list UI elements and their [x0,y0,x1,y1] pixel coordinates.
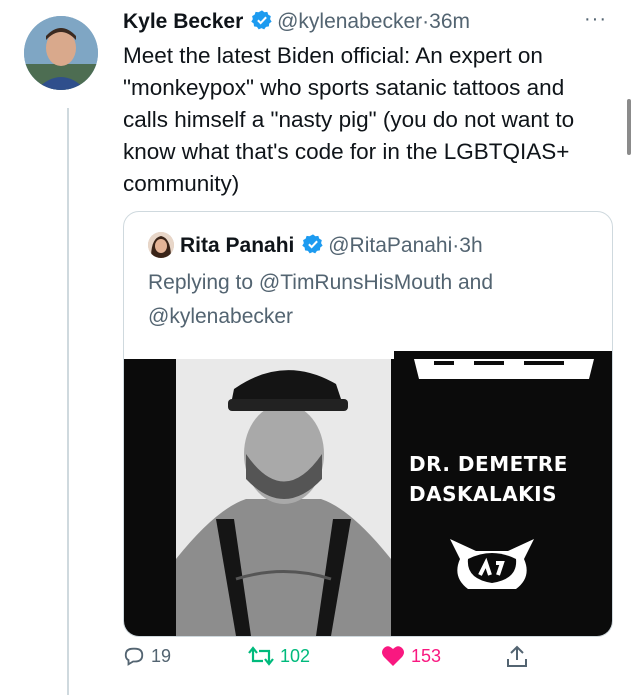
retweet-button[interactable]: 102 [248,645,310,667]
replying-to-prefix: Replying to [148,271,254,294]
quote-media[interactable]: DR. DEMETRE DASKALAKIS [124,351,612,636]
quote-time[interactable]: 3h [459,234,482,257]
image-caption-line2: DASKALAKIS [409,482,558,506]
replying-to: Replying to @TimRunsHisMouth and @kylena… [148,266,598,334]
replying-to-and: and [458,271,494,294]
quote-header: Rita Panahi @RitaPanahi·3h [148,232,483,263]
portrait-photo [176,359,391,636]
reply-icon [124,647,144,666]
share-icon [507,645,527,667]
author-name[interactable]: Kyle Becker [123,10,243,33]
image-caption-line1: DR. DEMETRE [409,452,568,476]
tweet-time[interactable]: 36m [429,10,470,33]
banner-graphic [394,351,612,395]
scrollbar[interactable] [627,99,631,155]
mask-logo-icon [450,539,534,589]
reply-button[interactable]: 19 [123,645,171,667]
verified-badge-icon [302,233,324,263]
author-handle[interactable]: @kylenabecker [277,10,422,33]
tweet-text: Meet the latest Biden official: An exper… [123,43,575,196]
thread-line [67,108,69,695]
quoted-tweet[interactable]: Rita Panahi @RitaPanahi·3h Replying to @… [123,211,613,637]
like-button[interactable]: 153 [381,645,441,667]
image-caption: DR. DEMETRE DASKALAKIS [409,449,568,509]
verified-badge-icon [251,9,273,39]
tweet-actions: 19 102 153 [123,645,613,681]
heart-icon [382,646,404,666]
share-button[interactable] [506,645,528,669]
quote-author-name[interactable]: Rita Panahi [180,234,294,257]
tweet-header: Kyle Becker @kylenabecker·36m [123,8,470,39]
like-count: 153 [411,645,442,666]
quote-avatar[interactable] [148,232,174,258]
author-avatar[interactable] [24,16,98,90]
quote-author-handle[interactable]: @RitaPanahi [328,234,452,257]
retweet-icon [248,646,274,666]
reply-mention-2[interactable]: @kylenabecker [148,305,293,328]
reply-mention-1[interactable]: @TimRunsHisMouth [259,271,452,294]
retweet-count: 102 [280,645,311,666]
reply-count: 19 [151,645,172,666]
more-icon[interactable]: ··· [584,8,607,31]
